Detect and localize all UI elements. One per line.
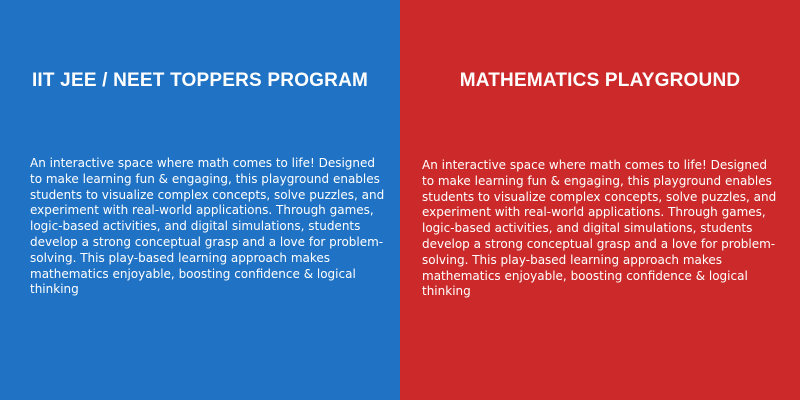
right-panel: MATHEMATICS PLAYGROUND An interactive sp… <box>400 0 800 400</box>
two-panel-banner: IIT JEE / NEET TOPPERS PROGRAM An intera… <box>0 0 800 400</box>
left-panel-title: IIT JEE / NEET TOPPERS PROGRAM <box>31 70 369 91</box>
left-panel-description: An interactive space where math comes to… <box>30 156 385 297</box>
right-panel-description: An interactive space where math comes to… <box>422 158 777 299</box>
right-panel-title: MATHEMATICS PLAYGROUND <box>459 70 741 91</box>
left-panel: IIT JEE / NEET TOPPERS PROGRAM An intera… <box>0 0 400 400</box>
